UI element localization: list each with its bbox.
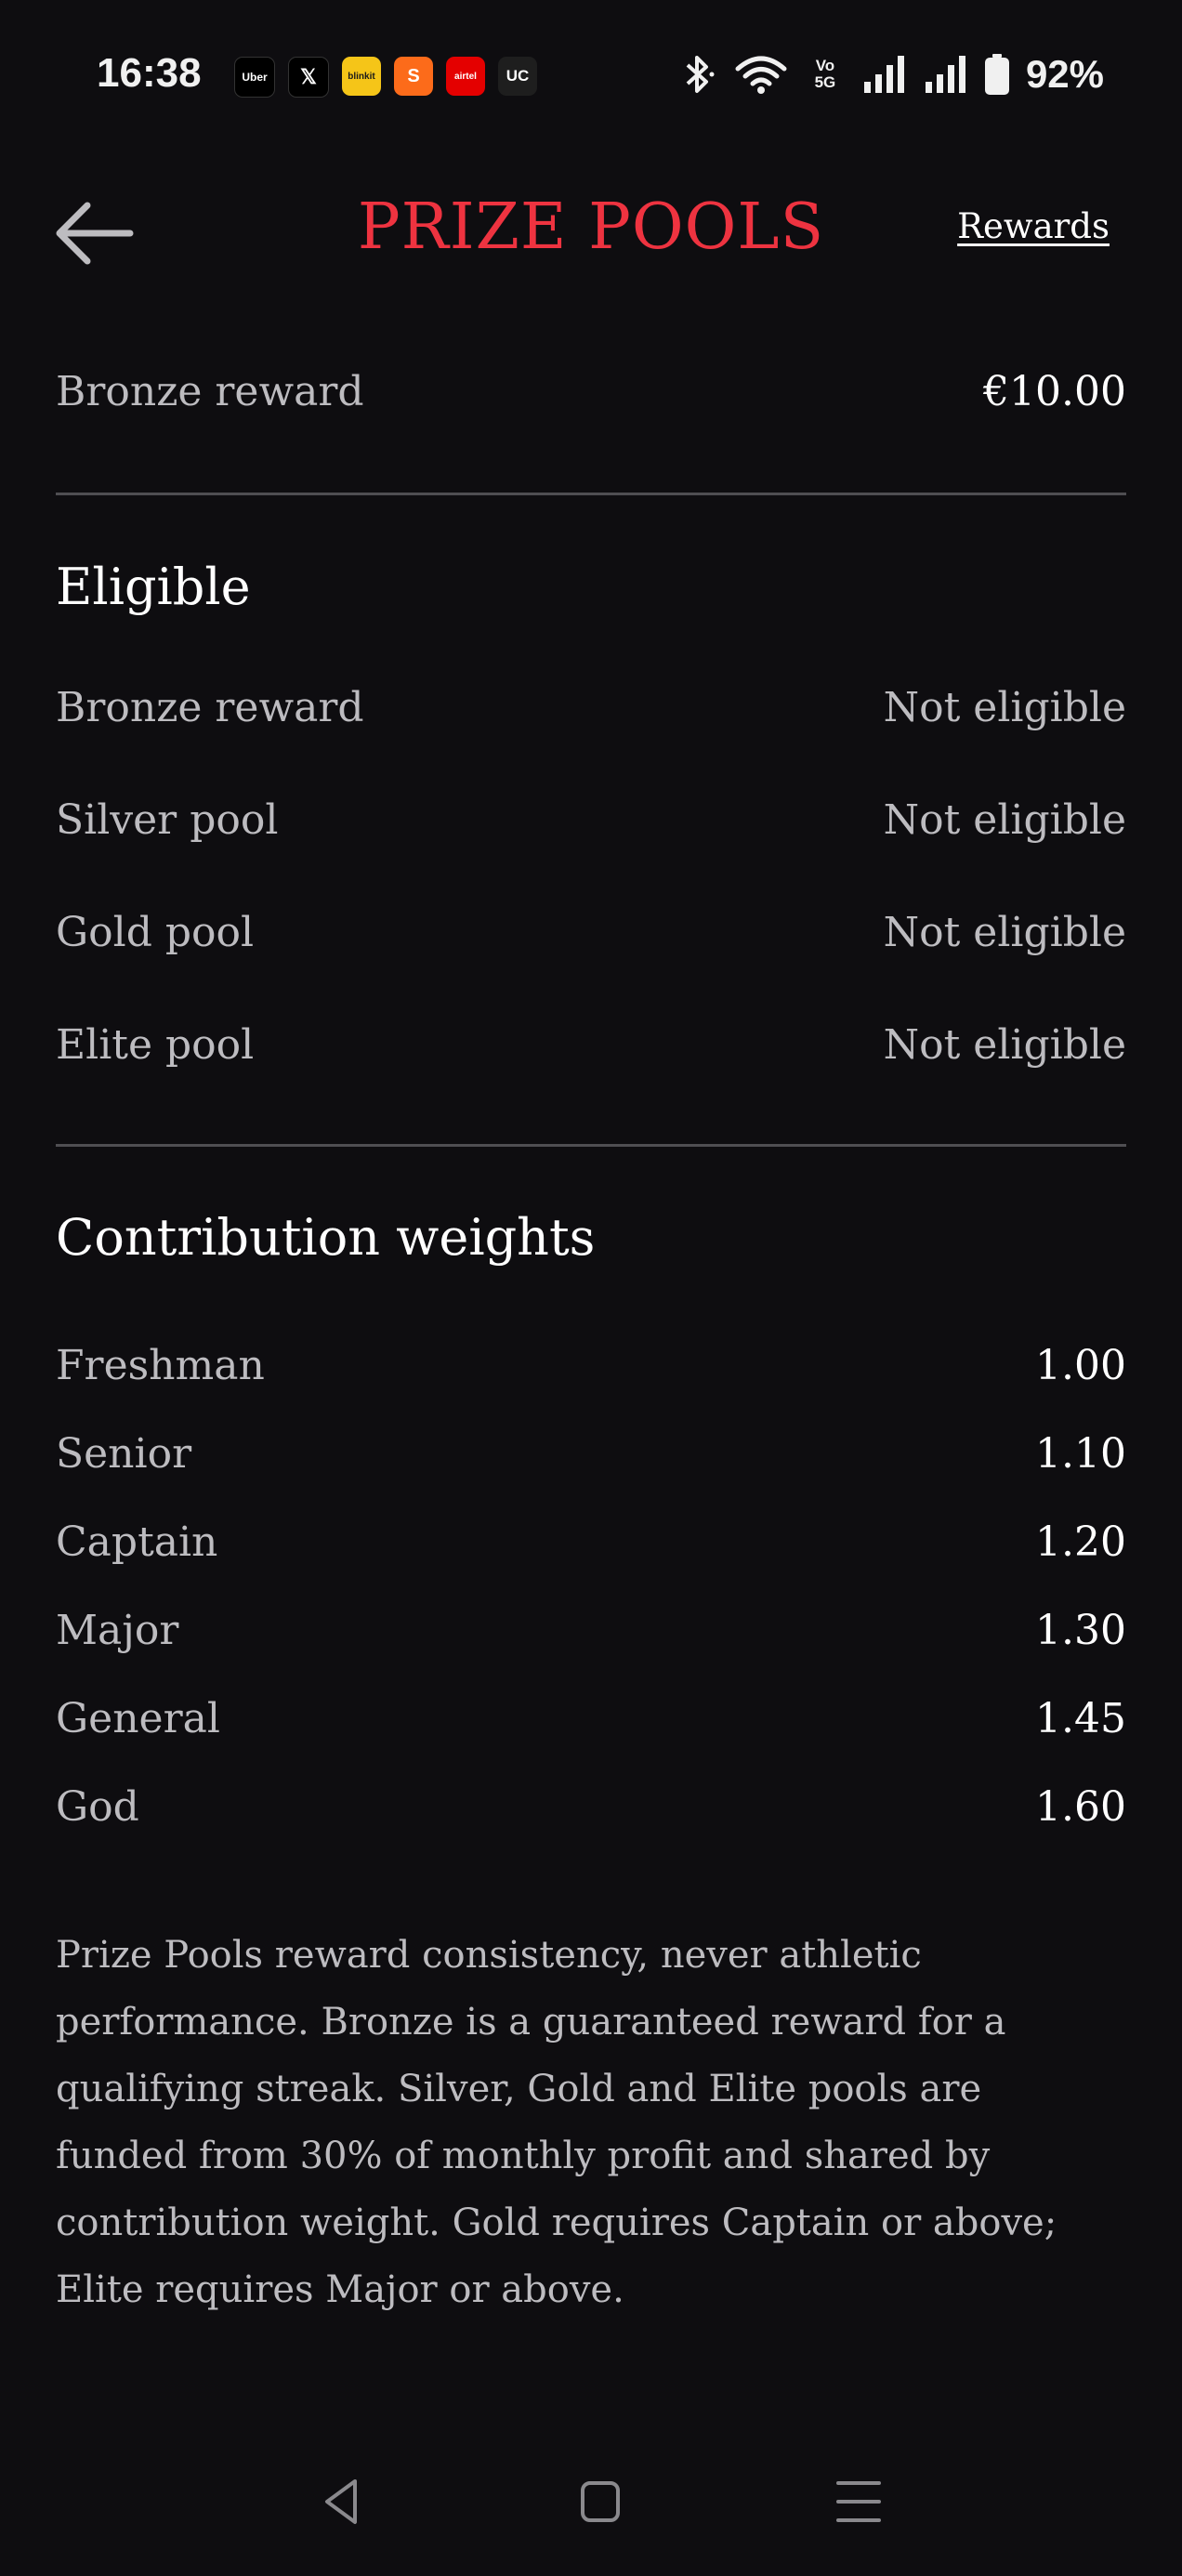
square-home-icon [581, 2481, 620, 2522]
nav-back-button[interactable] [314, 2474, 370, 2530]
weight-value: 1.20 [1035, 1518, 1126, 1566]
weight-rank-label: Freshman [56, 1342, 265, 1389]
weight-rank-label: Senior [56, 1430, 192, 1478]
section-title-contribution-weights: Contribution weights [56, 1208, 596, 1267]
weight-row: Freshman 1.00 [56, 1342, 1126, 1389]
weight-row: God 1.60 [56, 1783, 1126, 1831]
airtel-icon: airtel [446, 57, 485, 96]
nav-home-button[interactable] [572, 2474, 628, 2530]
eligible-label: Silver pool [56, 796, 279, 844]
eligible-row: Elite pool Not eligible [56, 1021, 1126, 1069]
volte-5g-indicator: Vo 5G [814, 57, 836, 91]
eligible-row: Gold pool Not eligible [56, 909, 1126, 956]
status-time: 16:38 [97, 50, 202, 96]
uber-icon: Uber [234, 57, 275, 98]
nav-recents-button[interactable] [831, 2474, 886, 2530]
status-indicators: Vo 5G 92% [680, 52, 1104, 97]
weight-rank-label: General [56, 1695, 220, 1742]
wifi-icon [735, 56, 787, 94]
weight-rank-label: Major [56, 1607, 179, 1654]
weight-row: General 1.45 [56, 1695, 1126, 1742]
eligible-label: Gold pool [56, 909, 255, 956]
rewards-link[interactable]: Rewards [957, 206, 1110, 246]
battery-percentage: 92% [1025, 52, 1104, 96]
summary-value: €10.00 [983, 368, 1126, 415]
blinkit-icon: blinkit [342, 57, 381, 96]
divider [56, 493, 1126, 495]
eligible-status: Not eligible [883, 796, 1126, 844]
signal-icon-sim2 [925, 56, 965, 93]
weight-value: 1.00 [1035, 1342, 1126, 1389]
summary-row: Bronze reward €10.00 [56, 368, 1126, 415]
eligible-row: Bronze reward Not eligible [56, 684, 1126, 731]
prize-pools-description: Prize Pools reward consistency, never at… [56, 1934, 1057, 2311]
divider [56, 1144, 1126, 1147]
weight-row: Senior 1.10 [56, 1430, 1126, 1478]
battery-icon [984, 54, 1009, 95]
weight-value: 1.60 [1035, 1783, 1126, 1831]
triangle-back-icon [325, 2479, 357, 2524]
x-icon: 𝕏 [288, 57, 329, 98]
weight-row: Captain 1.20 [56, 1518, 1126, 1566]
eligible-label: Bronze reward [56, 684, 364, 731]
weight-rank-label: God [56, 1783, 139, 1831]
weight-row: Major 1.30 [56, 1607, 1126, 1654]
section-title-eligible: Eligible [56, 558, 251, 616]
swiggy-icon: S [394, 57, 433, 96]
bluetooth-icon [686, 56, 715, 93]
eligible-label: Elite pool [56, 1021, 255, 1069]
uc-icon: UC [498, 57, 537, 96]
weight-rank-label: Captain [56, 1518, 218, 1566]
status-bar: 16:38 Uber 𝕏 blinkit S airtel UC Vo 5G 9… [0, 0, 1182, 158]
weight-value: 1.10 [1035, 1430, 1126, 1478]
eligible-row: Silver pool Not eligible [56, 796, 1126, 844]
eligible-status: Not eligible [883, 684, 1126, 731]
eligible-status: Not eligible [883, 1021, 1126, 1069]
weight-value: 1.30 [1035, 1607, 1126, 1654]
notification-app-icons: Uber 𝕏 blinkit S airtel UC [234, 57, 537, 98]
menu-lines-icon [836, 2481, 881, 2522]
signal-icon-sim1 [863, 56, 904, 93]
weight-value: 1.45 [1035, 1695, 1126, 1742]
eligible-status: Not eligible [883, 909, 1126, 956]
summary-label: Bronze reward [56, 368, 364, 415]
